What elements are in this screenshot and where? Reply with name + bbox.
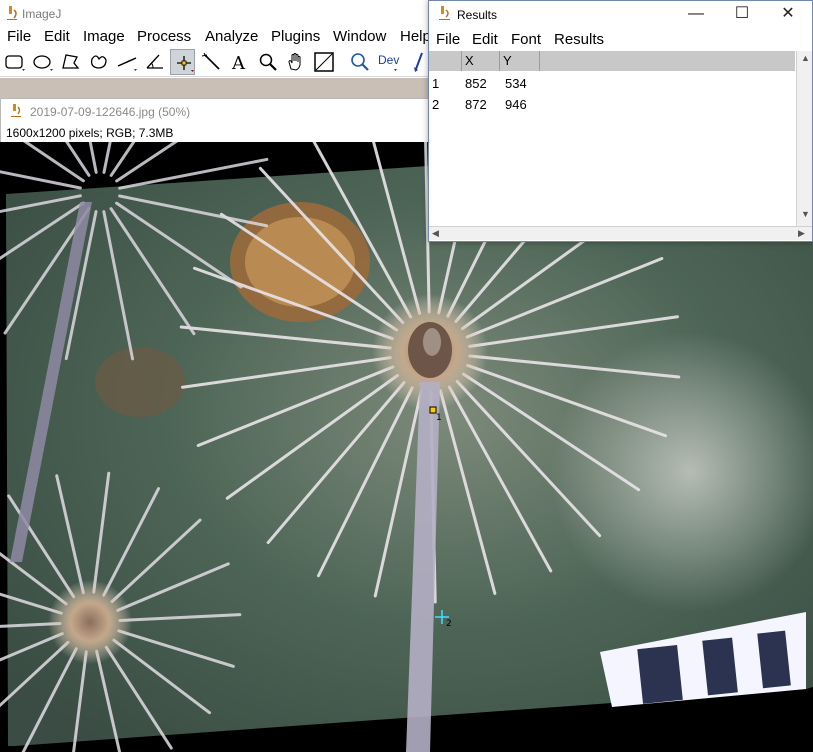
image-window-title: 2019-07-09-122646.jpg (50%) (30, 105, 191, 119)
results-menu-results[interactable]: Results (554, 31, 604, 48)
results-title: Results (457, 8, 498, 22)
table-cell: 872 (465, 97, 487, 112)
imagej-title: ImageJ (22, 7, 62, 21)
column-header-x[interactable]: X (462, 51, 500, 71)
scroll-right-icon[interactable]: ▶ (798, 228, 805, 239)
vertical-scrollbar[interactable]: ▲ ▼ (796, 51, 812, 227)
microscope-icon (7, 6, 17, 20)
table-cell: 946 (505, 97, 527, 112)
menu-edit[interactable]: Edit (44, 28, 70, 45)
menu-file[interactable]: File (7, 28, 31, 45)
scroll-up-icon[interactable]: ▲ (801, 53, 810, 63)
table-cell: 852 (465, 76, 487, 91)
menu-window[interactable]: Window (333, 28, 386, 45)
column-header-y[interactable]: Y (500, 51, 540, 71)
point-1-label: 1 (436, 413, 442, 423)
microscope-icon (439, 6, 450, 20)
rectangle-tool-icon[interactable] (2, 49, 27, 75)
cactus-spine (109, 142, 136, 177)
text-tool-label: A (231, 53, 246, 73)
menu-plugins[interactable]: Plugins (271, 28, 320, 45)
menu-help[interactable]: Help (400, 28, 431, 45)
menu-image[interactable]: Image (83, 28, 125, 45)
close-button[interactable]: ✕ (768, 3, 808, 25)
oval-tool-icon[interactable] (30, 49, 55, 75)
freehand-tool-icon[interactable] (86, 49, 111, 75)
maximize-button[interactable]: ☐ (722, 3, 762, 25)
zoom-icon[interactable] (347, 49, 372, 75)
table-cell: 2 (432, 97, 440, 112)
results-menu-edit[interactable]: Edit (472, 31, 498, 48)
magnifier-tool-icon[interactable] (255, 49, 280, 75)
table-cell: 534 (505, 76, 527, 91)
scroll-down-icon[interactable]: ▼ (801, 209, 810, 219)
cactus-spine (65, 142, 91, 177)
cactus-spine (0, 170, 82, 190)
horizontal-scrollbar[interactable]: ◀ ▶ (429, 226, 812, 240)
image-info: 1600x1200 pixels; RGB; 7.3MB (6, 126, 174, 140)
minimize-button[interactable]: — (676, 3, 716, 25)
results-menu-file[interactable]: File (436, 31, 460, 48)
column-header-index[interactable] (429, 51, 462, 71)
line-tool-icon[interactable] (114, 49, 139, 75)
polygon-tool-icon[interactable] (58, 49, 83, 75)
desktop-background (0, 78, 430, 98)
menu-process[interactable]: Process (137, 28, 191, 45)
scroll-left-icon[interactable]: ◀ (432, 228, 439, 239)
wand-tool-icon[interactable] (199, 49, 224, 75)
hand-tool-icon[interactable] (283, 49, 308, 75)
microscope-icon (11, 104, 21, 117)
table-cell: 1 (432, 76, 440, 91)
angle-tool-icon[interactable] (142, 49, 167, 75)
menu-analyze[interactable]: Analyze (205, 28, 258, 45)
cactus-spine (88, 142, 98, 174)
results-menu-font[interactable]: Font (511, 31, 541, 48)
multipoint-tool-icon[interactable] (170, 49, 195, 75)
imagej-titlebar (0, 0, 430, 27)
dev-menu-icon[interactable]: Dev (375, 49, 403, 75)
point-2-label: 2 (446, 619, 452, 629)
color-picker-icon[interactable] (311, 49, 336, 75)
text-tool-icon[interactable]: A (227, 49, 252, 75)
